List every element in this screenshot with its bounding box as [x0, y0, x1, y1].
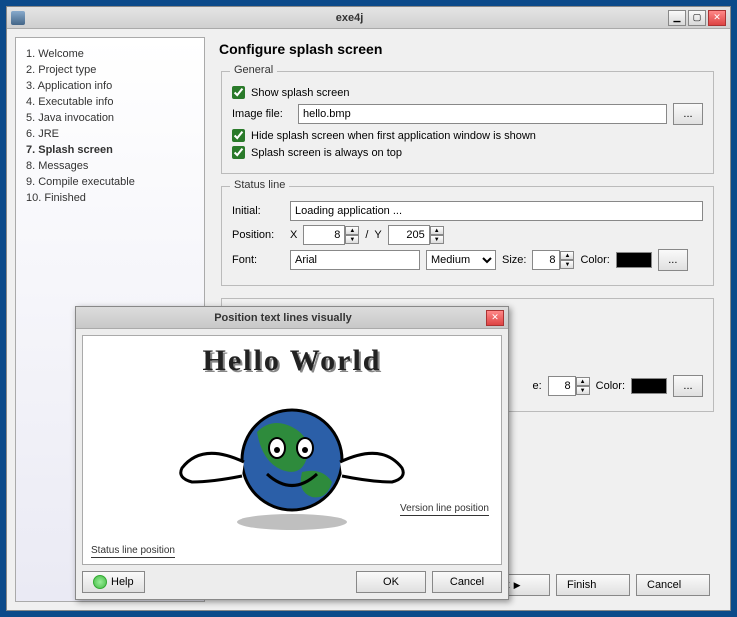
- sidebar-item-project-type[interactable]: 2. Project type: [26, 62, 194, 78]
- x-input[interactable]: [303, 225, 345, 245]
- version-line-marker[interactable]: Version line position: [400, 503, 489, 516]
- size-input[interactable]: [532, 250, 560, 270]
- dialog-title: Position text lines visually: [80, 312, 486, 324]
- sidebar-item-messages[interactable]: 8. Messages: [26, 158, 194, 174]
- y-input[interactable]: [388, 225, 430, 245]
- x-label: X: [290, 229, 297, 241]
- color-label: Color:: [580, 254, 609, 266]
- show-splash-checkbox[interactable]: [232, 86, 245, 99]
- app-icon: [11, 11, 25, 25]
- sidebar-item-welcome[interactable]: 1. Welcome: [26, 46, 194, 62]
- splash-preview[interactable]: Hello World Version line position Status…: [82, 335, 502, 565]
- sidebar-item-splash-screen[interactable]: 7. Splash screen: [26, 142, 194, 158]
- general-title: General: [230, 64, 277, 76]
- sidebar-item-finished[interactable]: 10. Finished: [26, 190, 194, 206]
- status-groupbox: Status line Initial: Position: X ▲▼ / Y: [221, 186, 714, 286]
- y-label: Y: [374, 229, 381, 241]
- partial-size-input[interactable]: [548, 376, 576, 396]
- x-spin-down[interactable]: ▼: [345, 235, 359, 244]
- image-file-label: Image file:: [232, 108, 292, 120]
- partial-size-spin-down[interactable]: ▼: [576, 386, 590, 395]
- y-spin-up[interactable]: ▲: [430, 226, 444, 235]
- size-spin-down[interactable]: ▼: [560, 260, 574, 269]
- help-icon: [93, 575, 107, 589]
- ontop-label: Splash screen is always on top: [251, 147, 402, 159]
- finish-button[interactable]: Finish: [556, 574, 630, 596]
- ok-button[interactable]: OK: [356, 571, 426, 593]
- chevron-right-icon: ▶: [514, 580, 521, 591]
- hide-splash-label: Hide splash screen when first applicatio…: [251, 130, 536, 142]
- status-title: Status line: [230, 179, 289, 191]
- xy-separator: /: [365, 229, 368, 241]
- y-spin-down[interactable]: ▼: [430, 235, 444, 244]
- initial-label: Initial:: [232, 205, 284, 217]
- font-input[interactable]: [290, 250, 420, 270]
- color-browse-button[interactable]: ...: [658, 249, 688, 271]
- size-spin-up[interactable]: ▲: [560, 251, 574, 260]
- partial-e-label: e:: [532, 380, 541, 392]
- sidebar-item-application-info[interactable]: 3. Application info: [26, 78, 194, 94]
- cancel-button[interactable]: Cancel: [636, 574, 710, 596]
- position-dialog: Position text lines visually ✕ Hello Wor…: [75, 306, 509, 600]
- page-title: Configure splash screen: [213, 37, 722, 67]
- hide-splash-checkbox[interactable]: [232, 129, 245, 142]
- sidebar-item-compile[interactable]: 9. Compile executable: [26, 174, 194, 190]
- partial-size-spin-up[interactable]: ▲: [576, 377, 590, 386]
- partial-color-label: Color:: [596, 380, 625, 392]
- dialog-cancel-button[interactable]: Cancel: [432, 571, 502, 593]
- minimize-button[interactable]: ▁: [668, 10, 686, 26]
- ontop-checkbox[interactable]: [232, 146, 245, 159]
- x-spin-up[interactable]: ▲: [345, 226, 359, 235]
- color-swatch[interactable]: [616, 252, 652, 268]
- image-browse-button[interactable]: ...: [673, 103, 703, 125]
- splash-text: Hello World: [83, 336, 501, 378]
- sidebar-item-jre[interactable]: 6. JRE: [26, 126, 194, 142]
- position-label: Position:: [232, 229, 284, 241]
- image-file-input[interactable]: [298, 104, 667, 124]
- sidebar-item-executable-info[interactable]: 4. Executable info: [26, 94, 194, 110]
- window-title: exe4j: [31, 12, 668, 24]
- partial-color-browse-button[interactable]: ...: [673, 375, 703, 397]
- partial-color-swatch[interactable]: [631, 378, 667, 394]
- initial-input[interactable]: [290, 201, 703, 221]
- status-line-marker[interactable]: Status line position: [91, 545, 175, 558]
- size-label: Size:: [502, 254, 526, 266]
- maximize-button[interactable]: ▢: [688, 10, 706, 26]
- dialog-close-button[interactable]: ✕: [486, 310, 504, 326]
- dialog-titlebar: Position text lines visually ✕: [76, 307, 508, 329]
- titlebar: exe4j ▁ ▢ ✕: [7, 7, 730, 29]
- weight-select[interactable]: Medium: [426, 250, 496, 270]
- font-label: Font:: [232, 254, 284, 266]
- close-button[interactable]: ✕: [708, 10, 726, 26]
- show-splash-label: Show splash screen: [251, 87, 349, 99]
- help-button[interactable]: Help: [82, 571, 145, 593]
- general-groupbox: General Show splash screen Image file: .…: [221, 71, 714, 174]
- sidebar-item-java-invocation[interactable]: 5. Java invocation: [26, 110, 194, 126]
